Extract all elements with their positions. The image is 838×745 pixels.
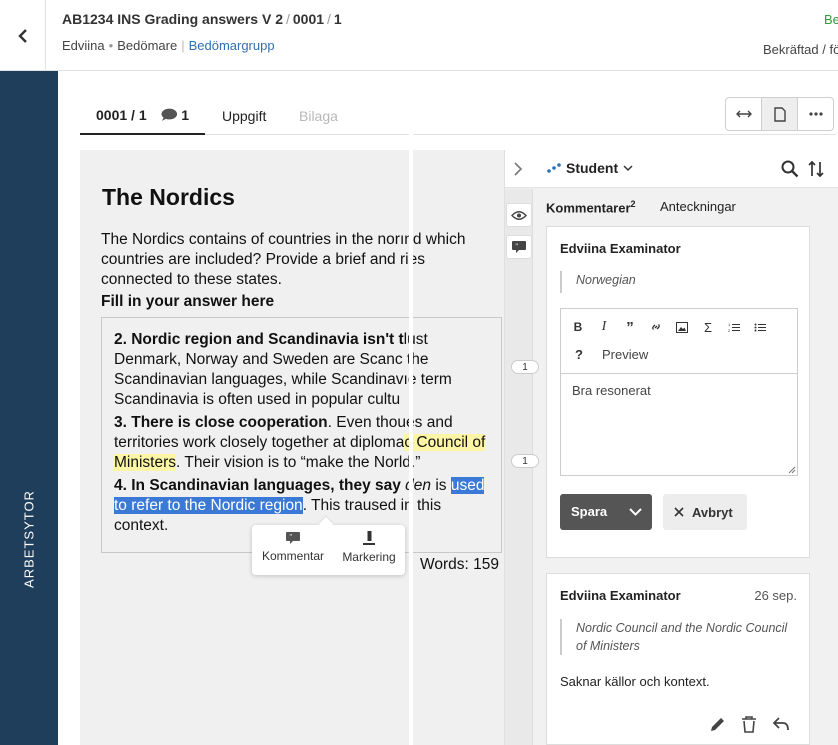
tab-bar: 0001 / 1 1 Uppgift Bilaga [80, 97, 836, 135]
answer-paragraph: 3. There is close cooperation. Even thou… [114, 414, 486, 471]
search-icon[interactable] [781, 160, 799, 178]
chevron-right-icon[interactable] [513, 162, 523, 176]
comment-icon [161, 108, 177, 121]
student-filter-dropdown[interactable]: Student [547, 160, 633, 176]
comment-author: Edviina Examinator [560, 588, 681, 603]
chevron-down-icon [628, 508, 642, 516]
user-name: Edviina [62, 38, 105, 53]
comment-textarea[interactable]: Bra resonerat [560, 373, 798, 476]
tab-attachments[interactable]: Bilaga [283, 97, 354, 135]
comment-card: Edviina Examinator 26 sep. Nordic Counci… [546, 573, 810, 745]
tab-answer[interactable]: 0001 / 1 1 [80, 97, 205, 135]
page-title: AB1234 INS Grading answers V 2/0001/1 [62, 11, 342, 27]
quote-comment-icon: " [512, 240, 526, 253]
expand-width-button[interactable] [725, 97, 762, 131]
more-horizontal-icon [808, 112, 823, 116]
comment-edit-card: Edviina Examinator Norwegian B I ” Σ 12 … [546, 226, 810, 558]
help-button[interactable]: ? [575, 347, 583, 362]
quoted-text: Nordic Council and the Nordic Council of… [560, 619, 796, 655]
tab-comments[interactable]: Kommentarer2 [546, 199, 636, 215]
bold-icon[interactable]: B [568, 319, 588, 335]
chevron-down-icon [623, 164, 633, 171]
answer-paragraph: 2. Nordic region and Scandinavia isn't t… [114, 331, 452, 408]
pencil-icon [710, 717, 724, 731]
svg-text:1: 1 [728, 322, 731, 327]
answer-number: 1 [333, 11, 342, 27]
quoted-text: Norwegian [560, 271, 636, 293]
visibility-toggle[interactable] [506, 203, 532, 227]
marker-icon [363, 531, 375, 545]
save-options-dropdown[interactable] [618, 494, 652, 530]
sigma-icon[interactable]: Σ [698, 319, 718, 335]
comment-body: Saknar källor och kontext. [560, 674, 710, 689]
exam-title: AB1234 INS Grading answers V 2 [62, 11, 283, 27]
dots-scatter-icon [547, 163, 561, 173]
delete-comment-button[interactable] [739, 714, 759, 734]
tab-answer-label: 0001 / 1 [96, 107, 147, 123]
close-icon [674, 507, 684, 517]
edit-comment-button[interactable] [707, 714, 727, 734]
grader-group-link[interactable]: Bedömargrupp [189, 38, 275, 53]
comment-date: 26 sep. [754, 588, 797, 603]
reply-comment-button[interactable] [771, 714, 791, 734]
breadcrumb: Edviina • Bedömare | Bedömargrupp [62, 38, 275, 53]
quote-comment-icon: " [286, 532, 300, 544]
comments-panel: Student " 1 1 Kommentarer2 Anteckningar … [504, 150, 838, 745]
save-button[interactable]: Spara [560, 494, 652, 530]
sidebar-label: ARBETSYTOR [21, 490, 37, 588]
word-count: Words: 159 [420, 556, 499, 573]
trash-icon [742, 715, 756, 733]
editor-toolbar: B I ” Σ 12 ? Preview [560, 308, 798, 374]
tab-notes[interactable]: Anteckningar [660, 199, 736, 214]
comment-author: Edviina Examinator [560, 241, 681, 256]
preview-button[interactable]: Preview [602, 347, 648, 362]
answer-text[interactable]: 2. Nordic region and Scandinavia isn't t… [114, 330, 492, 539]
candidate-id: 0001 [292, 11, 325, 27]
document-view-button[interactable] [761, 97, 798, 131]
reply-icon [773, 717, 789, 731]
chevron-left-icon [17, 28, 27, 43]
document-icon [773, 106, 786, 122]
resize-handle-icon[interactable] [788, 466, 796, 474]
comment-count: 1 [181, 107, 189, 123]
answer-field-label: Fill in your answer here [101, 293, 275, 310]
sort-icon[interactable] [807, 160, 825, 178]
confirmation-status: Bekräftad / fö [763, 42, 838, 57]
numbered-list-icon[interactable]: 12 [724, 319, 744, 335]
answer-text-box[interactable]: 2. Nordic region and Scandinavia isn't t… [101, 317, 502, 553]
link-icon[interactable] [646, 319, 666, 335]
highlight-button[interactable]: Markering [340, 531, 398, 571]
comment-marker[interactable]: 1 [511, 454, 539, 468]
more-options-button[interactable] [797, 97, 834, 131]
comment-marker[interactable]: 1 [511, 360, 539, 374]
back-button[interactable] [0, 0, 46, 71]
tab-task[interactable]: Uppgift [206, 97, 282, 135]
arrows-horizontal-icon [735, 110, 752, 118]
image-icon[interactable] [672, 319, 692, 335]
workspace-sidebar[interactable]: ARBETSYTOR [0, 71, 58, 745]
top-header: AB1234 INS Grading answers V 2/0001/1 Ed… [0, 0, 838, 71]
answer-heading: The Nordics [102, 184, 235, 210]
question-text: The Nordics contains of countries in the… [101, 231, 466, 288]
answer-panel: The Nordics The Nordics contains of coun… [80, 150, 504, 745]
add-comment-button[interactable]: " Kommentar [261, 531, 325, 571]
panel-header: Student [505, 150, 838, 188]
comments-toggle[interactable]: " [506, 235, 532, 259]
cancel-button[interactable]: Avbryt [663, 494, 747, 530]
svg-text:2: 2 [728, 328, 731, 333]
user-role: Bedömare [117, 38, 178, 53]
selection-popup: " Kommentar Markering [252, 525, 405, 575]
comments-count: 2 [630, 199, 636, 209]
panel-divider[interactable] [409, 71, 413, 745]
italic-icon[interactable]: I [594, 319, 614, 335]
bullet-list-icon[interactable] [750, 319, 770, 335]
eye-icon [511, 210, 527, 220]
quote-icon[interactable]: ” [620, 319, 640, 336]
status-text: Be [824, 12, 838, 27]
